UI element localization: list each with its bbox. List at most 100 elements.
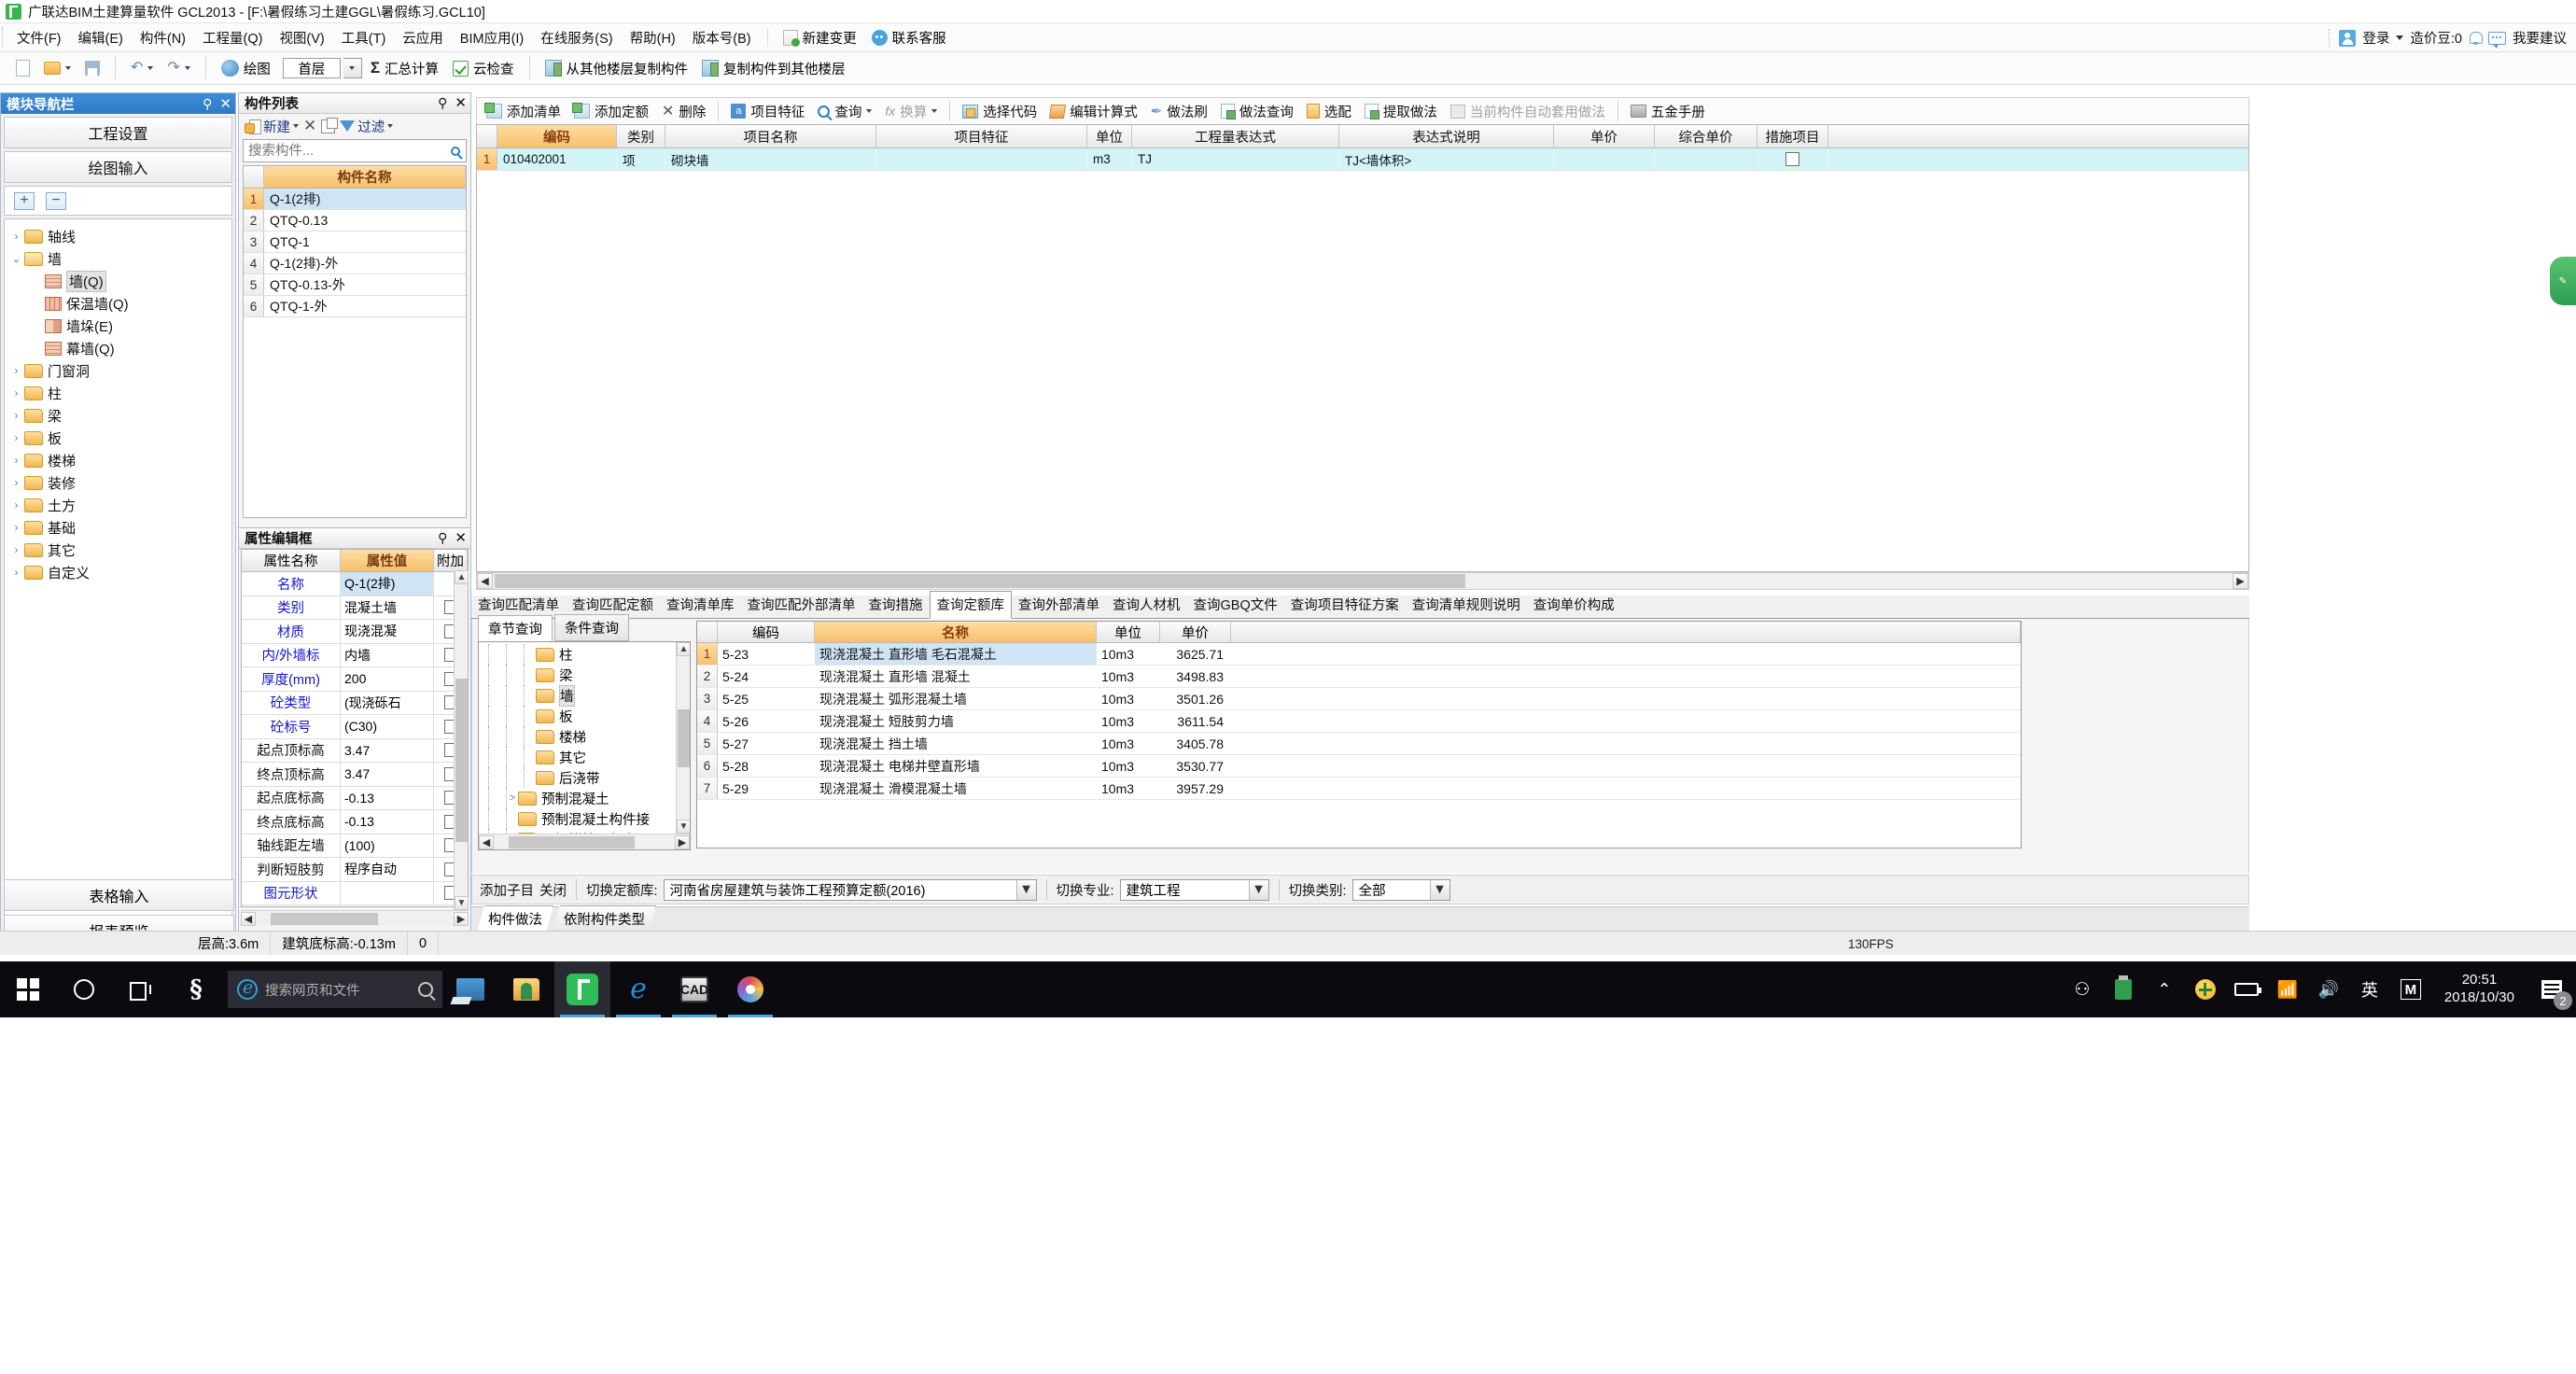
menu-file[interactable]: 文件(F) bbox=[8, 25, 70, 50]
property-row[interactable]: 终点底标高 -0.13 bbox=[242, 810, 468, 834]
nav-tree-item-13[interactable]: › 基础 bbox=[5, 516, 231, 539]
quota-row[interactable]: 6 5-28 现浇混凝土 电梯井壁直形墙 10m3 3530.77 bbox=[697, 755, 2021, 778]
chevron-right-icon[interactable]: › bbox=[8, 498, 24, 512]
hscroll-thumb[interactable] bbox=[495, 574, 1465, 588]
chevron-right-icon[interactable]: › bbox=[8, 230, 24, 243]
quota-name-cell[interactable]: 现浇混凝土 直形墙 混凝土 bbox=[815, 666, 1097, 687]
component-row[interactable]: 6 QTQ-1-外 bbox=[244, 296, 466, 317]
type-select[interactable]: 全部 ▼ bbox=[1351, 878, 1450, 901]
draw-input-button[interactable]: 绘图输入 bbox=[4, 151, 232, 183]
cell-item-name[interactable]: 砌块墙 bbox=[665, 148, 876, 170]
property-value[interactable]: 内墙 bbox=[341, 643, 434, 666]
major-select[interactable]: 建筑工程 ▼ bbox=[1119, 878, 1269, 901]
add-subitem-button[interactable]: 添加子目 bbox=[480, 880, 534, 900]
quota-blank-cell[interactable] bbox=[1231, 733, 2021, 754]
component-name-cell[interactable]: QTQ-0.13-外 bbox=[264, 274, 466, 295]
component-name-cell[interactable]: QTQ-1 bbox=[264, 231, 466, 252]
taskbar-search-box[interactable]: 搜索网页和文件 bbox=[228, 971, 442, 1008]
quota-price-cell[interactable]: 3625.71 bbox=[1160, 643, 1231, 665]
notification-center-button[interactable]: 2 bbox=[2527, 961, 2576, 1017]
quota-row[interactable]: 5 5-27 现浇混凝土 挡土墙 10m3 3405.78 bbox=[697, 733, 2021, 755]
taskbar-clock[interactable]: 20:51 2018/10/30 bbox=[2431, 972, 2527, 1007]
scroll-right-icon[interactable]: ▶ bbox=[2233, 573, 2248, 589]
user-avatar-icon[interactable] bbox=[2339, 29, 2357, 47]
scroll-left-icon[interactable]: ◀ bbox=[477, 573, 493, 589]
menu-online-service[interactable]: 在线服务(S) bbox=[532, 25, 621, 50]
scroll-down-icon[interactable]: ▼ bbox=[455, 896, 469, 910]
hscroll-thumb[interactable] bbox=[271, 912, 378, 925]
chapter-tree-item-8[interactable]: 预制混凝土构件接 bbox=[479, 808, 690, 829]
quota-price-cell[interactable]: 3498.83 bbox=[1160, 666, 1231, 687]
property-value[interactable]: -0.13 bbox=[341, 810, 434, 834]
quota-library-select[interactable]: 河南省房屋建筑与装饰工程预算定额(2016) ▼ bbox=[663, 878, 1037, 901]
quota-blank-cell[interactable] bbox=[1231, 688, 2021, 709]
chevron-down-icon[interactable]: ▼ bbox=[1015, 879, 1036, 900]
menu-cloud[interactable]: 云应用 bbox=[394, 25, 452, 50]
scroll-right-icon[interactable]: ▶ bbox=[675, 834, 690, 849]
cell-expr[interactable]: TJ bbox=[1132, 148, 1339, 170]
ime-language-icon[interactable]: 英 bbox=[2349, 961, 2390, 1017]
property-row[interactable]: 判断短肢剪 程序自动 bbox=[242, 858, 468, 882]
property-row[interactable]: 砼类型 (现浇砾石 bbox=[242, 691, 468, 715]
nav-tree-item-6[interactable]: › 门窗洞 bbox=[5, 359, 231, 382]
new-component-button[interactable]: 新建 bbox=[245, 117, 299, 136]
property-value[interactable]: (现浇砾石 bbox=[341, 691, 434, 714]
scroll-down-icon[interactable]: ▼ bbox=[677, 820, 690, 834]
cell-measure[interactable] bbox=[1757, 148, 1828, 170]
scroll-up-icon[interactable]: ▲ bbox=[455, 570, 469, 584]
start-button[interactable] bbox=[0, 961, 56, 1017]
wifi-icon[interactable]: 📶 bbox=[2267, 961, 2308, 1017]
property-value[interactable]: 3.47 bbox=[341, 738, 434, 762]
cloud-check-button[interactable]: 云检查 bbox=[447, 57, 520, 80]
people-icon[interactable]: ⚇ bbox=[2062, 961, 2103, 1017]
quota-price-cell[interactable]: 3530.77 bbox=[1160, 755, 1231, 777]
query-tab-9[interactable]: 查询项目特征方案 bbox=[1284, 592, 1406, 618]
quota-price-cell[interactable]: 3501.26 bbox=[1160, 688, 1231, 709]
nav-tree-item-8[interactable]: › 梁 bbox=[5, 404, 231, 427]
property-row[interactable]: 类别 混凝土墙 bbox=[242, 596, 468, 620]
quota-name-cell[interactable]: 现浇混凝土 滑模混凝土墙 bbox=[815, 778, 1097, 799]
component-name-cell[interactable]: Q-1(2排) bbox=[264, 189, 466, 209]
bell-icon[interactable] bbox=[2469, 31, 2483, 46]
toolbar-select-code-button[interactable]: 选择代码 bbox=[957, 100, 1043, 123]
chapter-tree-vscrollbar[interactable]: ▲ ▼ bbox=[676, 642, 690, 834]
quota-code-cell[interactable]: 5-29 bbox=[718, 778, 815, 799]
quota-unit-cell[interactable]: 10m3 bbox=[1097, 643, 1160, 665]
autocad-app[interactable]: CAD bbox=[666, 961, 722, 1017]
quota-code-cell[interactable]: 5-28 bbox=[718, 755, 815, 777]
table-input-button[interactable]: 表格输入 bbox=[4, 879, 234, 911]
draw-button[interactable]: 绘图 bbox=[216, 57, 276, 80]
save-button[interactable] bbox=[79, 59, 105, 77]
component-name-cell[interactable]: QTQ-0.13 bbox=[264, 210, 466, 231]
message-bubble-icon[interactable] bbox=[2488, 31, 2506, 49]
quota-row[interactable]: 4 5-26 现浇混凝土 短肢剪力墙 10m3 3611.54 bbox=[697, 710, 2021, 733]
quota-code-cell[interactable]: 5-26 bbox=[718, 710, 815, 732]
property-value[interactable]: 现浇混凝 bbox=[341, 620, 434, 643]
open-file-button[interactable] bbox=[38, 60, 77, 77]
chevron-right-icon[interactable]: › bbox=[8, 431, 24, 444]
quota-blank-cell[interactable] bbox=[1231, 666, 2021, 687]
quota-blank-cell[interactable] bbox=[1231, 643, 2021, 665]
pin-icon[interactable]: ⚲ bbox=[203, 96, 212, 112]
menu-edit[interactable]: 编辑(E) bbox=[70, 25, 132, 50]
component-row[interactable]: 1 Q-1(2排) bbox=[244, 189, 466, 210]
nav-tree-item-11[interactable]: › 装修 bbox=[5, 471, 231, 494]
toolbar-edit-formula-button[interactable]: 编辑计算式 bbox=[1044, 100, 1143, 123]
scroll-left-icon[interactable]: ◀ bbox=[241, 911, 256, 926]
contact-service-button[interactable]: 联系客服 bbox=[864, 26, 954, 49]
toolbar-delete-button[interactable]: ✕ 删除 bbox=[656, 100, 711, 123]
property-value[interactable]: 程序自动 bbox=[341, 858, 434, 881]
suggest-label[interactable]: 我要建议 bbox=[2513, 28, 2567, 48]
quota-code-cell[interactable]: 5-25 bbox=[718, 688, 815, 709]
property-value[interactable]: -0.13 bbox=[341, 786, 434, 809]
summary-calc-button[interactable]: Σ 汇总计算 bbox=[365, 57, 444, 80]
chevron-right-icon[interactable]: › bbox=[8, 454, 24, 467]
chapter-tree-item-2[interactable]: 墙 bbox=[479, 684, 690, 707]
query-tab-2[interactable]: 查询清单库 bbox=[660, 592, 741, 618]
cell-feature[interactable] bbox=[876, 148, 1087, 170]
copy-to-floor-button[interactable]: 复制构件到其他楼层 bbox=[696, 57, 851, 80]
chevron-right-icon[interactable]: › bbox=[8, 476, 24, 489]
nav-tree-item-12[interactable]: › 土方 bbox=[5, 494, 231, 516]
cell-price[interactable] bbox=[1554, 148, 1655, 170]
cell-code[interactable]: 010402001 bbox=[497, 148, 617, 170]
